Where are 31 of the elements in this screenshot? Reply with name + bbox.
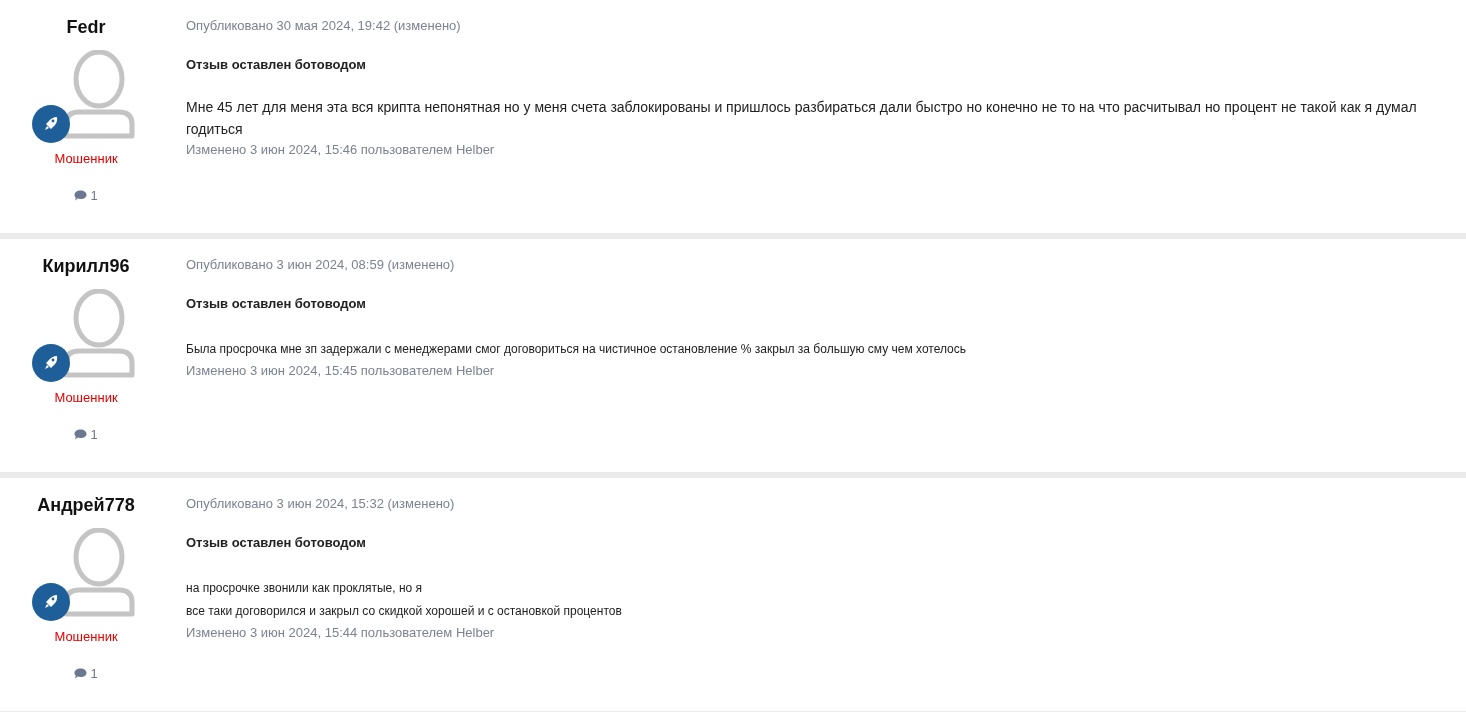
edited-note: Изменено 3 июн 2024, 15:45 пользователем Helber [186,362,496,380]
comment-count: 1 [90,666,98,681]
comment-icon [74,429,88,440]
comment-count: 1 [90,188,98,203]
comment-icon [74,190,88,201]
post-text: на просрочке звонили как проклятые, но я [186,580,424,597]
author-name[interactable]: Кирилл96 [42,254,130,278]
publish-date: Опубликовано 3 июн 2024, 15:32 (изменено) [186,495,456,513]
edited-note: Изменено 3 июн 2024, 15:44 пользователем Helber [186,624,496,642]
rocket-badge-icon [32,583,70,621]
user-rank: Мошенник [54,629,118,644]
publish-date: Опубликовано 3 июн 2024, 08:59 (изменено) [186,256,456,274]
author-name[interactable]: Fedr [66,15,106,39]
avatar-icon [62,528,136,618]
post-title: Отзыв оставлен ботоводом [186,535,367,551]
post-title: Отзыв оставлен ботоводом [186,57,367,73]
post-text: Была просрочка мне зп задержали с менеджерами смог договориться на чистичное остановление % закрыл за большую сму чем хотелось [186,341,968,358]
comment-icon [74,668,88,679]
rocket-badge-icon [32,105,70,143]
post-title: Отзыв оставлен ботоводом [186,296,367,312]
comment-count: 1 [90,427,98,442]
user-rank: Мошенник [54,151,118,166]
publish-date: Опубликовано 30 мая 2024, 19:42 (изменено) [186,17,462,35]
user-rank: Мошенник [54,390,118,405]
avatar-icon [62,289,136,379]
post-text: все таки договорился и закрыл со скидкой хорошей и с остановкой процентов [186,603,623,620]
author-name[interactable]: Андрей778 [37,493,135,517]
avatar-icon [62,50,136,140]
rocket-badge-icon [32,344,70,382]
post-text: Мне 45 лет для меня эта вся крипта непонятная но у меня счета заблокированы и пришлось разбираться дали быстро но конечно не то на что расчитывал но процент не такой как я думал годиться [186,98,1418,139]
edited-note: Изменено 3 июн 2024, 15:46 пользователем Helber [186,141,496,159]
